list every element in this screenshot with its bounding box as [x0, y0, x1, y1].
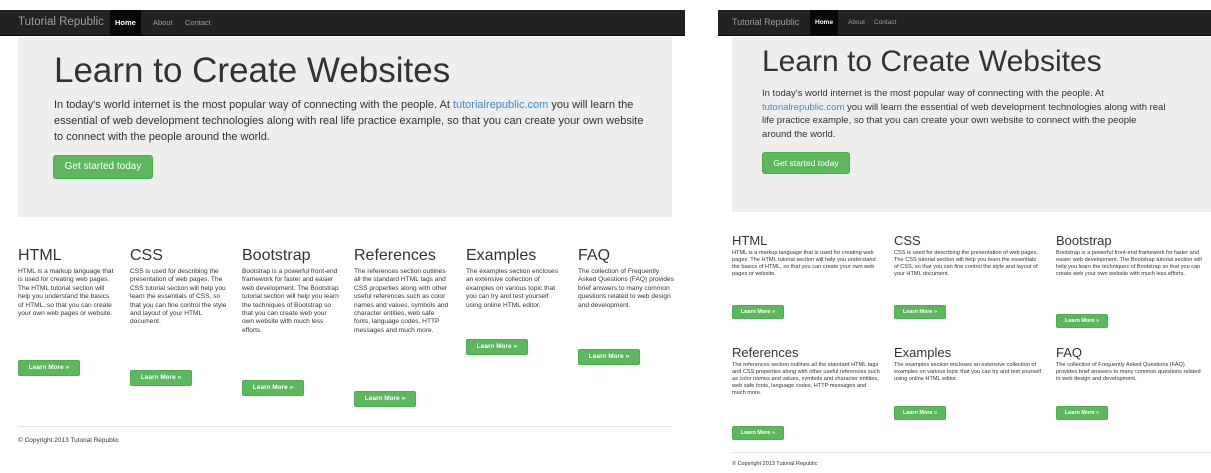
section-text: The examples section encloses an extensi…	[894, 362, 1042, 382]
jumbotron: Learn to Create Websites In today's worl…	[732, 37, 1211, 212]
navbar: Tutorial Republic Home About Contact	[0, 10, 685, 36]
learn-more-faq-button[interactable]: Learn More »	[1056, 406, 1108, 420]
section-text: HTML is a markup language that is used f…	[732, 250, 876, 277]
get-started-button[interactable]: Get started today	[762, 152, 850, 174]
section-text: Bootstrap is a powerful front-end framew…	[1056, 250, 1202, 277]
nav-contact[interactable]: Contact	[869, 10, 901, 35]
section-css: CSS CSS is used for describing the prese…	[130, 247, 228, 327]
nav-home[interactable]: Home	[810, 10, 839, 35]
section-title: HTML	[732, 233, 768, 248]
brand-link[interactable]: Tutorial Republic	[18, 16, 104, 28]
hero-text: In today's world internet is the most po…	[54, 99, 644, 143]
learn-more-html-button[interactable]: Learn More »	[732, 305, 784, 319]
section-text: Bootstrap is a powerful front-end framew…	[242, 268, 339, 334]
brand-link[interactable]: Tutorial Republic	[732, 17, 799, 27]
hero-title: Learn to Create Websites	[762, 45, 1102, 78]
section-title: FAQ	[1056, 345, 1083, 360]
nav-about[interactable]: About	[843, 10, 870, 35]
section-text: The collection of Frequently Asked Quest…	[578, 268, 675, 309]
divider	[18, 426, 672, 427]
narrow-layout-screenshot: Tutorial Republic Home About Contact Lea…	[718, 0, 1211, 473]
section-title: Bootstrap	[242, 247, 311, 264]
nav-home[interactable]: Home	[110, 10, 141, 35]
section-title: FAQ	[578, 247, 611, 264]
hero-text: In today's world internet is the most po…	[762, 88, 1166, 140]
section-faq: FAQ The collection of Frequently Asked Q…	[578, 247, 676, 310]
learn-more-css-button[interactable]: Learn More »	[894, 305, 946, 319]
wide-layout-screenshot: Tutorial Republic Home About Contact Lea…	[0, 0, 685, 473]
footer-copyright: © Copyright 2013 Tutorial Republic	[18, 437, 119, 444]
hero-link[interactable]: tutorialrepublic.com	[762, 102, 844, 113]
section-html: HTML HTML is a markup language that is u…	[18, 247, 114, 318]
section-faq: FAQ The collection of Frequently Asked Q…	[1056, 345, 1204, 383]
hero-link[interactable]: tutorialrepublic.com	[453, 99, 548, 111]
learn-more-bootstrap-button[interactable]: Learn More »	[242, 380, 304, 396]
section-examples: Examples The examples section encloses a…	[466, 247, 564, 310]
section-title: Bootstrap	[1056, 233, 1112, 248]
learn-more-html-button[interactable]: Learn More »	[18, 360, 80, 376]
learn-more-css-button[interactable]: Learn More »	[130, 370, 192, 386]
section-title: Examples	[894, 345, 952, 360]
section-text: The references section outlines all the …	[354, 268, 449, 334]
section-css: CSS CSS is used for describing the prese…	[894, 233, 1042, 278]
learn-more-examples-button[interactable]: Learn More »	[466, 339, 528, 355]
hero-title: Learn to Create Websites	[54, 51, 451, 90]
nav-about[interactable]: About	[148, 10, 178, 35]
learn-more-references-button[interactable]: Learn More »	[732, 426, 784, 440]
navbar: Tutorial Republic Home About Contact	[718, 10, 1211, 36]
section-bootstrap: Bootstrap Bootstrap is a powerful front-…	[1056, 233, 1204, 278]
section-title: CSS	[894, 233, 921, 248]
section-text: The examples section encloses an extensi…	[466, 268, 558, 309]
learn-more-references-button[interactable]: Learn More »	[354, 391, 416, 407]
section-html: HTML HTML is a markup language that is u…	[732, 233, 880, 278]
footer-copyright: © Copyright 2013 Tutorial Republic	[732, 461, 818, 467]
section-text: CSS is used for describing the presentat…	[130, 268, 227, 326]
section-references: References The references section outlin…	[732, 345, 880, 397]
section-title: Examples	[466, 247, 537, 264]
learn-more-examples-button[interactable]: Learn More »	[894, 406, 946, 420]
section-title: References	[354, 247, 436, 264]
section-title: HTML	[18, 247, 62, 264]
section-text: CSS is used for describing the presentat…	[894, 250, 1038, 277]
nav-contact[interactable]: Contact	[180, 10, 216, 35]
section-text: HTML is a markup language that is used f…	[18, 268, 114, 318]
section-title: CSS	[130, 247, 163, 264]
jumbotron: Learn to Create Websites In today's worl…	[18, 37, 672, 217]
section-references: References The references section outlin…	[354, 247, 452, 335]
section-text: The references section outlines all the …	[732, 362, 880, 396]
section-bootstrap: Bootstrap Bootstrap is a powerful front-…	[242, 247, 340, 335]
section-examples: Examples The examples section encloses a…	[894, 345, 1042, 383]
learn-more-faq-button[interactable]: Learn More »	[578, 349, 640, 365]
divider	[732, 452, 1211, 453]
learn-more-bootstrap-button[interactable]: Learn More »	[1056, 314, 1108, 328]
section-title: References	[732, 345, 799, 360]
section-text: The collection of Frequently Asked Quest…	[1056, 362, 1201, 382]
get-started-button[interactable]: Get started today	[53, 155, 153, 179]
